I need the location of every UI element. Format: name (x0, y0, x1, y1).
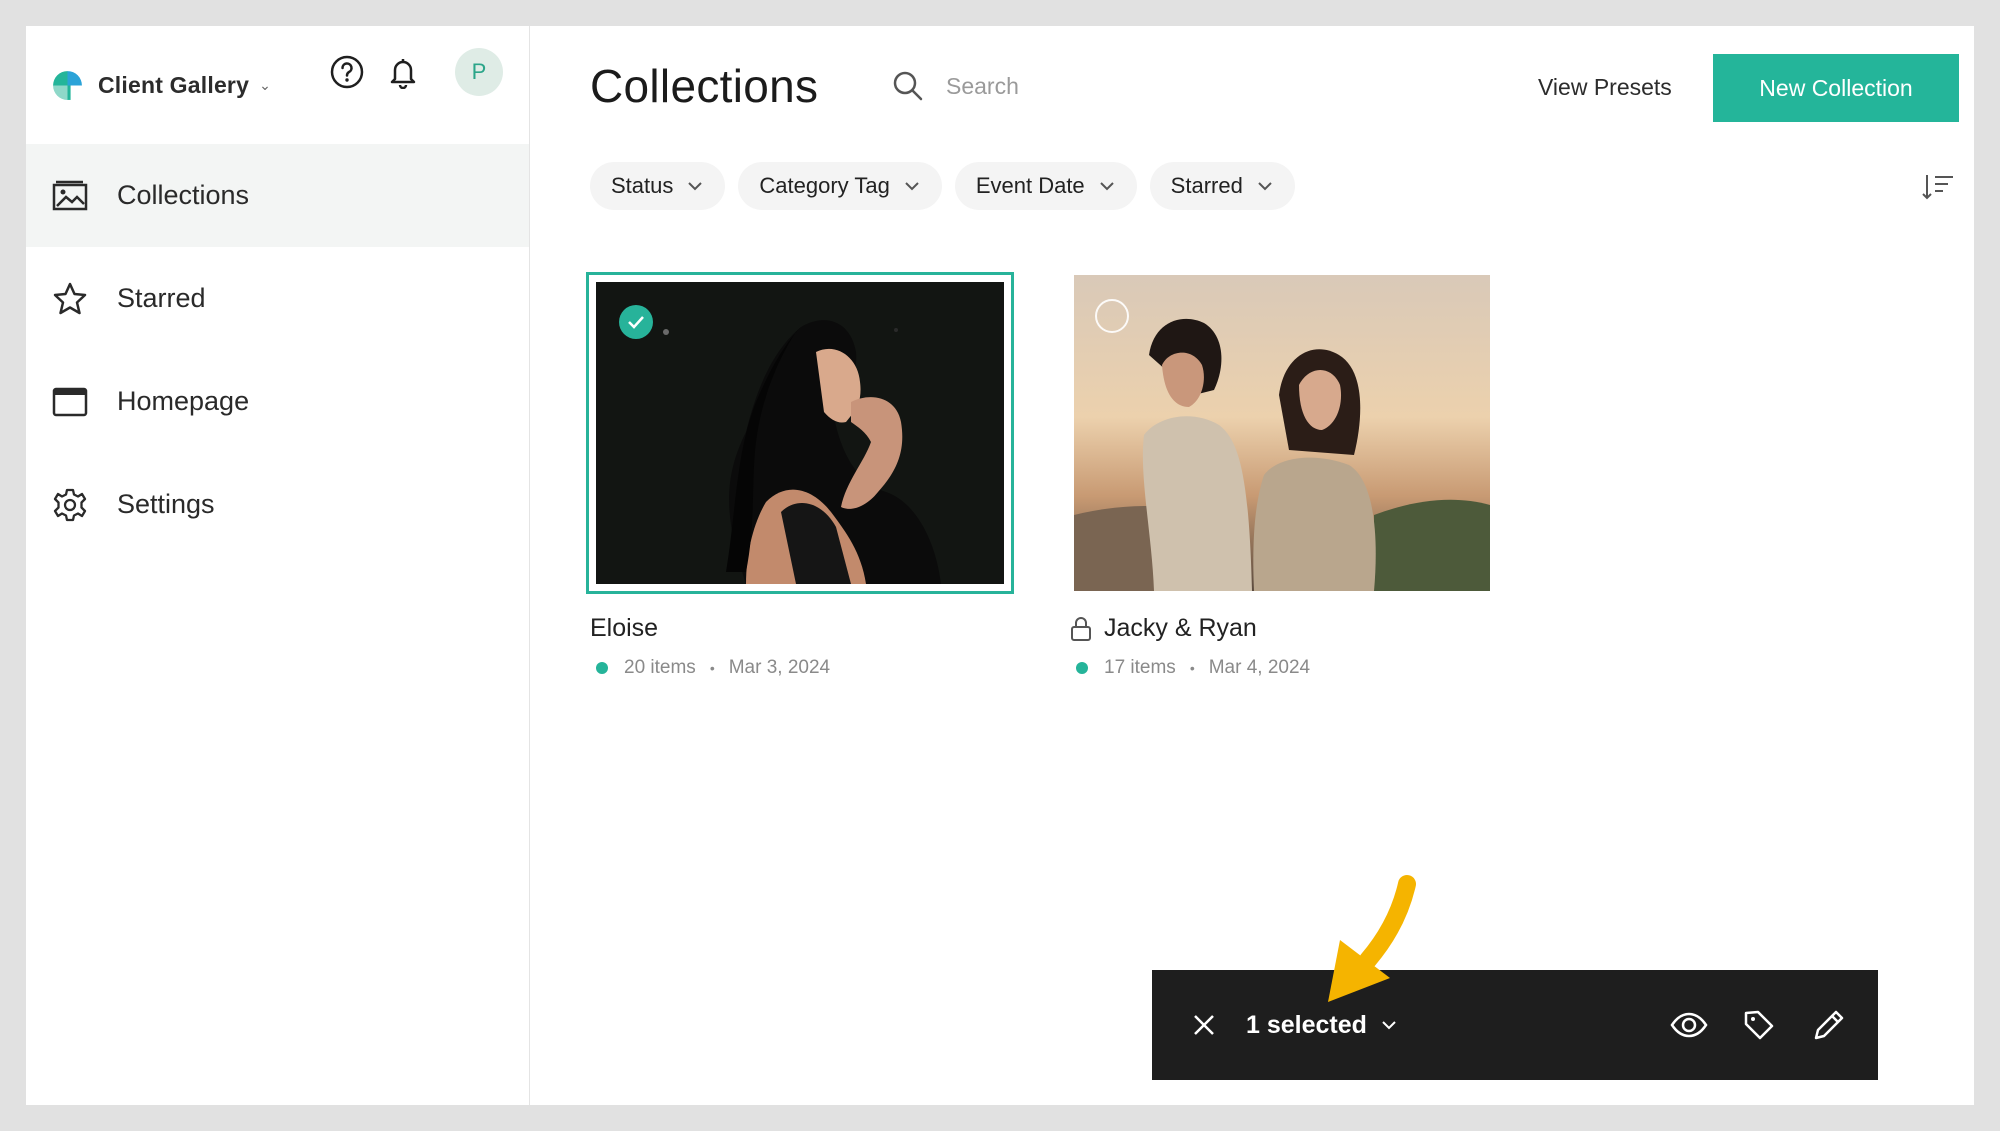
filter-category-tag[interactable]: Category Tag (738, 162, 942, 210)
meta-separator: • (1189, 660, 1195, 676)
meta-separator: • (709, 660, 715, 676)
sidebar-item-settings[interactable]: Settings (26, 453, 529, 556)
status-dot (1076, 662, 1088, 674)
selected-check-icon[interactable] (619, 305, 653, 339)
star-icon (51, 280, 89, 318)
item-count: 17 items (1104, 657, 1176, 678)
eye-icon[interactable] (1670, 1006, 1708, 1044)
pencil-icon[interactable] (1810, 1006, 1848, 1044)
filter-label: Category Tag (759, 173, 890, 198)
brand-name: Client Gallery (98, 71, 250, 98)
avatar[interactable]: P (455, 48, 503, 96)
sidebar-item-homepage[interactable]: Homepage (26, 350, 529, 453)
collection-grid: Eloise 20 items • Mar 3, 2024 Jacky & Ry… (586, 272, 1494, 679)
chevron-down-icon (688, 182, 703, 191)
collection-title: Eloise (590, 614, 659, 642)
page-title: Collections (590, 60, 819, 112)
bulk-actions (1670, 1006, 1848, 1044)
collection-thumbnail[interactable] (586, 272, 1014, 594)
sidebar-item-label: Settings (117, 489, 215, 519)
lock-icon (1071, 616, 1091, 641)
sidebar-item-label: Starred (117, 283, 206, 313)
collection-meta: 17 items • Mar 4, 2024 (1066, 657, 1494, 679)
filter-bar: Status Category Tag Event Date Starred (590, 162, 1295, 210)
collection-meta: 20 items • Mar 3, 2024 (586, 657, 1014, 679)
top-icons: P (329, 48, 503, 96)
chevron-down-icon (1258, 182, 1272, 191)
sidebar-item-label: Collections (117, 180, 250, 210)
search-input[interactable] (946, 72, 1186, 100)
chevron-down-icon (1382, 1021, 1396, 1030)
close-icon[interactable] (1188, 1009, 1220, 1041)
photo-eloise (596, 282, 1004, 584)
chevron-down-icon (1099, 182, 1114, 191)
collection-title-row: Eloise (586, 614, 1014, 643)
filter-starred[interactable]: Starred (1149, 162, 1295, 210)
collection-date: Mar 3, 2024 (728, 657, 831, 678)
sort-icon[interactable] (1920, 169, 1956, 205)
sidebar-item-collections[interactable]: Collections (26, 144, 529, 247)
brand-logo-icon (53, 70, 82, 100)
filter-label: Status (611, 173, 674, 198)
brand-bar: Client Gallery ⌄ P (26, 26, 529, 144)
sidebar: Client Gallery ⌄ P Collections Starred H… (26, 26, 530, 1105)
status-dot (596, 662, 608, 674)
bell-icon[interactable] (385, 54, 421, 90)
sidebar-item-starred[interactable]: Starred (26, 247, 529, 350)
new-collection-button[interactable]: New Collection (1713, 54, 1959, 122)
chevron-down-icon: ⌄ (259, 76, 271, 93)
app-window: Client Gallery ⌄ P Collections Starred H… (26, 26, 1974, 1105)
item-count: 20 items (624, 657, 696, 678)
unselected-check-icon[interactable] (1095, 299, 1129, 333)
sidebar-nav: Collections Starred Homepage Settings (26, 144, 529, 556)
collection-card-eloise[interactable]: Eloise 20 items • Mar 3, 2024 (586, 272, 1014, 679)
main-content: Collections View Presets New Collection … (530, 26, 1974, 1105)
view-presets-link[interactable]: View Presets (1538, 74, 1672, 101)
collection-title-row: Jacky & Ryan (1066, 614, 1494, 643)
collection-card-jacky-ryan[interactable]: Jacky & Ryan 17 items • Mar 4, 2024 (1066, 272, 1494, 679)
bulk-action-bar: 1 selected (1152, 970, 1878, 1080)
filter-label: Event Date (975, 173, 1085, 198)
header: Collections View Presets New Collection (530, 26, 1974, 144)
collection-thumbnail[interactable] (1066, 272, 1494, 594)
collection-date: Mar 4, 2024 (1208, 657, 1311, 678)
image-icon (51, 177, 89, 215)
filter-label: Starred (1170, 173, 1243, 198)
photo-jacky-ryan (1074, 275, 1490, 591)
filter-event-date[interactable]: Event Date (954, 162, 1137, 210)
help-icon[interactable] (329, 54, 365, 90)
gear-icon (51, 486, 89, 524)
sidebar-item-label: Homepage (117, 386, 250, 416)
collection-title: Jacky & Ryan (1104, 614, 1257, 642)
brand-switcher[interactable]: Client Gallery ⌄ (51, 69, 271, 102)
filter-status[interactable]: Status (590, 162, 726, 210)
browser-window-icon (51, 383, 89, 421)
tag-icon[interactable] (1740, 1006, 1778, 1044)
search-icon (893, 71, 923, 101)
chevron-down-icon (905, 182, 919, 191)
pointer-arrow-icon (1328, 875, 1416, 1002)
search-bar[interactable] (892, 70, 1186, 102)
